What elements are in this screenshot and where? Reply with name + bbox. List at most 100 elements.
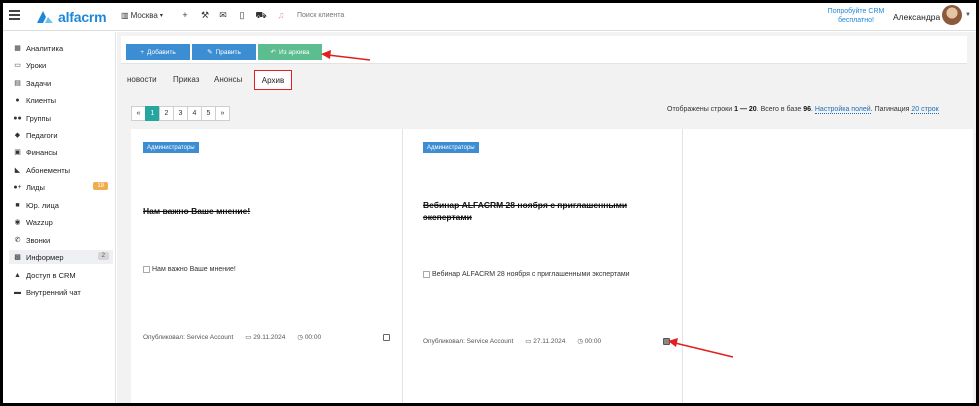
sidebar-item-label: Звонки <box>26 235 51 245</box>
user-plus-icon: ●+ <box>13 183 22 191</box>
tab-announcements[interactable]: Анонсы <box>214 75 242 84</box>
sidebar-item-access[interactable]: ▲ Доступ в CRM <box>12 268 112 282</box>
pagination-next[interactable]: » <box>215 106 230 121</box>
edit-button-label: Править <box>215 48 241 56</box>
sidebar-item-label: Аналитика <box>26 43 64 53</box>
money-icon: ▣ <box>14 149 21 156</box>
graduation-icon: ◆ <box>14 132 21 139</box>
mail-icon[interactable]: ✉ <box>217 10 229 21</box>
tab-news[interactable]: новости <box>127 75 157 84</box>
card-meta: Опубликовал: Service Account ▭ 29.11.202… <box>143 333 321 342</box>
sidebar: ▦ Аналитика ▭ Уроки ▤ Задачи ● Клиенты ●● Гру… <box>3 32 116 403</box>
sidebar-item-label: Информер <box>26 252 64 262</box>
clock-icon: ◷ <box>297 334 303 341</box>
card-date-value: 29.11.2024 <box>253 334 286 341</box>
card-title: Нам важно Ваше мнение! <box>143 206 251 216</box>
unarchive-button[interactable]: ↶ Из архива <box>258 44 322 60</box>
chat-icon: ◉ <box>14 219 21 226</box>
logo[interactable]: alfacrm <box>36 7 107 27</box>
city-selector[interactable]: ▥ Москва ▾ <box>121 11 163 20</box>
chevron-down-icon[interactable]: ▼ <box>965 12 971 18</box>
wrench-icon[interactable]: ⚒ <box>199 10 211 21</box>
promo-link[interactable]: Попробуйте CRM бесплатно! <box>825 7 887 25</box>
card-date: ▭ 27.11.2024 <box>525 337 565 345</box>
rows-info-total: 96 <box>803 106 811 113</box>
sidebar-item-wazzup[interactable]: ◉ Wazzup <box>12 215 112 229</box>
sidebar-item-lessons[interactable]: ▭ Уроки <box>12 58 112 72</box>
sidebar-item-label: Лиды <box>26 182 45 192</box>
pagination-page-5[interactable]: 5 <box>201 106 216 121</box>
tab-orders[interactable]: Приказ <box>173 75 199 84</box>
pagination-page-3[interactable]: 3 <box>173 106 188 121</box>
city-label: Москва <box>130 11 158 20</box>
sidebar-item-label: Педагоги <box>26 130 58 140</box>
card-checkbox-checked[interactable] <box>663 338 670 345</box>
edit-button[interactable]: ✎ Править <box>192 44 256 60</box>
calendar-icon: ▭ <box>245 334 252 341</box>
sidebar-item-chat[interactable]: ▬ Внутренний чат <box>12 285 112 299</box>
field-settings-link[interactable]: Настройка полей <box>814 106 871 114</box>
card-time: ◷ 00:00 <box>577 337 601 345</box>
news-cards: Администраторы Нам важно Ваше мнение! На… <box>131 129 973 403</box>
sidebar-item-informer[interactable]: ▩ Информер 2 <box>9 250 113 264</box>
tab-archive[interactable]: Архив <box>254 70 292 90</box>
add-button[interactable]: + Добавить <box>126 44 190 60</box>
plus-icon[interactable]: + <box>179 10 191 20</box>
rows-info-total-text: . Всего в базе <box>756 106 802 113</box>
pagination-page-2[interactable]: 2 <box>159 106 174 121</box>
sidebar-item-clients[interactable]: ● Клиенты <box>12 93 112 107</box>
user-icon: ● <box>15 96 20 104</box>
lock-icon: ▲ <box>14 271 21 279</box>
page-size-link[interactable]: 20 строк <box>911 106 939 114</box>
sidebar-item-label: Клиенты <box>26 95 57 105</box>
pagination-page-1[interactable]: 1 <box>145 106 160 121</box>
sidebar-item-tasks[interactable]: ▤ Задачи <box>12 76 112 90</box>
sidebar-item-label: Юр. лица <box>26 200 59 210</box>
sidebar-item-analytics[interactable]: ▦ Аналитика <box>12 41 112 55</box>
main-content: + Добавить ✎ Править ↶ Из архива новости Пр… <box>117 32 976 403</box>
cart-icon[interactable]: ⛟ <box>255 10 267 22</box>
sidebar-item-teachers[interactable]: ◆ Педагоги <box>12 128 112 142</box>
sidebar-item-finance[interactable]: ▣ Финансы <box>12 145 112 159</box>
sidebar-item-groups[interactable]: ●● Группы <box>12 111 112 125</box>
sidebar-item-label: Финансы <box>26 147 58 157</box>
sidebar-item-subscriptions[interactable]: ◣ Абонементы <box>12 163 112 177</box>
broken-image-icon <box>143 266 150 273</box>
sidebar-item-label: Абонементы <box>26 165 71 175</box>
sidebar-item-legal[interactable]: ■ Юр. лица <box>12 198 112 212</box>
add-button-label: Добавить <box>147 48 176 56</box>
bell-icon[interactable]: ♫ <box>275 10 287 20</box>
sidebar-item-calls[interactable]: ✆ Звонки <box>12 233 112 247</box>
card-author: Опубликовал: Service Account <box>423 337 514 345</box>
pagination-label: . Пагинация <box>870 106 910 113</box>
user-name[interactable]: Александра <box>893 12 940 22</box>
chevron-down-icon: ▾ <box>159 13 163 19</box>
chart-icon: ▦ <box>14 45 21 52</box>
avatar[interactable] <box>942 5 962 25</box>
card-image-alt: Вебинар ALFACRM 28 ноября с приглашенным… <box>432 271 630 278</box>
sidebar-item-leads[interactable]: ●+ Лиды 19 <box>12 180 112 194</box>
card-date: ▭ 29.11.2024 <box>245 333 285 341</box>
pagination-page-4[interactable]: 4 <box>187 106 202 121</box>
card-author: Опубликовал: Service Account <box>143 333 234 341</box>
informer-badge: 2 <box>97 252 109 260</box>
tasks-icon: ▤ <box>14 80 21 87</box>
news-card[interactable]: Администраторы Вебинар ALFACRM 28 ноября… <box>411 129 683 403</box>
search-input[interactable] <box>297 12 417 19</box>
app-window: alfacrm ▥ Москва ▾ + ⚒ ✉ ▯ ⛟ ♫ Попробуйт… <box>3 3 976 403</box>
audience-tag: Администраторы <box>143 142 199 153</box>
sidebar-item-label: Задачи <box>26 78 52 88</box>
card-image: Вебинар ALFACRM 28 ноября с приглашенным… <box>423 271 630 278</box>
calendar-icon: ▭ <box>525 338 532 345</box>
menu-icon[interactable] <box>9 10 20 20</box>
card-checkbox[interactable] <box>383 334 390 341</box>
group-icon: ●● <box>13 114 22 122</box>
mobile-icon[interactable]: ▯ <box>236 10 248 21</box>
pagination-prev[interactable]: « <box>131 106 146 121</box>
clock-icon: ◷ <box>577 338 583 345</box>
card-title: Вебинар ALFACRM 28 ноября с приглашенным… <box>423 200 628 222</box>
action-toolbar: + Добавить ✎ Править ↶ Из архива <box>121 36 967 64</box>
news-card[interactable]: Администраторы Нам важно Ваше мнение! На… <box>131 129 403 403</box>
rows-info-range: 1 — 20 <box>734 106 757 113</box>
leads-badge: 19 <box>93 182 108 190</box>
